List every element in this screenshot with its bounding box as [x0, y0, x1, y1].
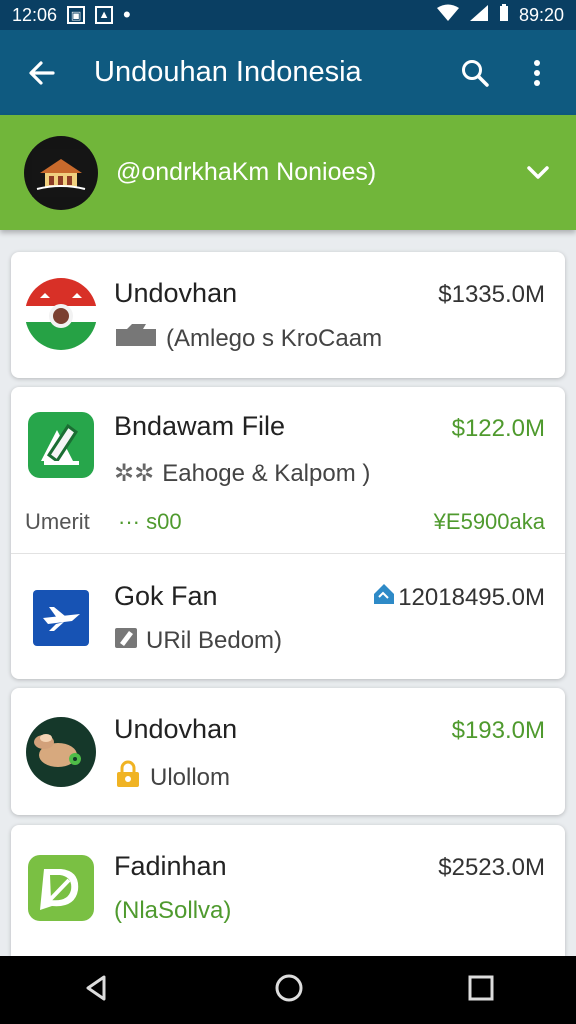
- list-item[interactable]: Gok Fan 12018495.0M URil Bedom): [11, 554, 565, 679]
- lock-icon: [114, 760, 142, 795]
- item-subtitle-row: ✲✲ Eahoge & Kalpom ): [114, 459, 370, 488]
- back-nav-icon[interactable]: [80, 972, 112, 1009]
- status-bar: 12:06 ▣ ▲ • 89:20: [0, 0, 576, 30]
- gear-icon: ✲✲: [114, 460, 155, 487]
- recents-nav-icon[interactable]: [466, 973, 496, 1008]
- status-left: 12:06 ▣ ▲ •: [12, 2, 131, 28]
- item-price: 12018495.0M: [398, 583, 545, 611]
- item-title: Bndawam File: [114, 411, 286, 441]
- chevron-down-icon[interactable]: [524, 159, 552, 187]
- list-item[interactable]: Undovhan $1335.0M (Amlego s KroCaam: [11, 252, 565, 378]
- pencil-box-icon: [114, 625, 138, 656]
- folder-icon: [114, 322, 158, 355]
- flag-emblem-icon: [25, 278, 97, 350]
- item-price: $193.0M: [451, 717, 545, 744]
- list-item[interactable]: Fadinhan $2523.0M (NlaSollva): [11, 825, 565, 951]
- item-title: Undovhan: [114, 278, 238, 308]
- green-leaf-app-icon: [25, 852, 97, 924]
- app-bar: Undouhan Indonesia: [0, 30, 576, 115]
- status-right: 89:20: [436, 3, 564, 27]
- animal-avatar-icon: [25, 716, 97, 788]
- item-card-2[interactable]: Bndawam File $122.0M ✲✲ Eahoge & Kalpom …: [11, 387, 565, 679]
- item-subtitle: (NlaSollva): [114, 897, 232, 924]
- wifi-icon: [436, 4, 459, 27]
- item-price: $122.0M: [451, 415, 545, 442]
- item-title: Fadinhan: [114, 851, 227, 881]
- item-title: Undovhan: [114, 714, 238, 744]
- back-arrow-icon[interactable]: [22, 54, 60, 92]
- green-edit-app-icon: [25, 409, 97, 481]
- notification-dot-icon: •: [123, 2, 131, 27]
- item-extra-left: Umerit: [25, 509, 90, 534]
- item-subtitle-row: Ulollom: [114, 760, 230, 795]
- signal-icon: [469, 4, 489, 27]
- home-nav-icon[interactable]: [273, 972, 305, 1009]
- account-name: @ondrkhaKm Nonioes): [116, 158, 377, 186]
- item-subtitle: Eahoge & Kalpom ): [162, 459, 371, 487]
- navigation-bar: [0, 956, 576, 1024]
- tag-icon: [373, 583, 395, 612]
- list-item[interactable]: Bndawam File $122.0M ✲✲ Eahoge & Kalpom …: [11, 387, 565, 553]
- item-card-4[interactable]: Fadinhan $2523.0M (NlaSollva): [11, 825, 565, 956]
- item-price-row: 12018495.0M: [373, 583, 545, 612]
- item-subtitle: URil Bedom): [146, 626, 283, 654]
- item-price: $2523.0M: [438, 854, 545, 881]
- item-card-1[interactable]: Undovhan $1335.0M (Amlego s KroCaam: [11, 252, 565, 378]
- item-title: Gok Fan: [114, 581, 218, 611]
- search-icon[interactable]: [456, 54, 494, 92]
- status-right-time: 89:20: [518, 4, 564, 25]
- account-avatar: [24, 135, 98, 210]
- blue-plane-app-icon: [25, 582, 97, 654]
- screenshot-icon: ▣: [67, 6, 86, 24]
- item-subtitle-row: (Amlego s KroCaam: [114, 322, 382, 355]
- item-card-3[interactable]: Undovhan $193.0M Ulollom: [11, 688, 565, 815]
- battery-icon: [499, 3, 509, 27]
- item-extra-mid: ··· s00: [118, 509, 182, 534]
- page-title: Undouhan Indonesia: [94, 56, 362, 88]
- list-item[interactable]: Undovhan $193.0M Ulollom: [11, 688, 565, 814]
- photo-icon: ▲: [95, 6, 114, 24]
- more-vertical-icon[interactable]: [518, 54, 556, 92]
- account-selector[interactable]: @ondrkhaKm Nonioes): [0, 115, 576, 230]
- item-extra-right: ¥E5900aka: [433, 509, 545, 534]
- item-price: $1335.0M: [438, 281, 545, 308]
- item-subtitle: (Amlego s KroCaam: [166, 324, 383, 352]
- item-subtitle-row: URil Bedom): [114, 625, 282, 656]
- item-subtitle: Ulollom: [150, 763, 231, 791]
- status-time: 12:06: [12, 4, 58, 25]
